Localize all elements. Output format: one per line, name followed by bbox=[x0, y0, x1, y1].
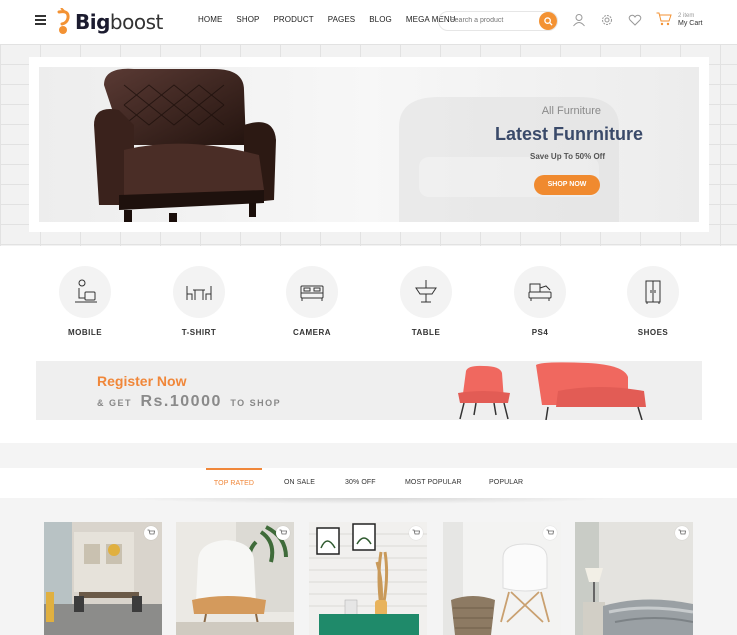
cart-count: 2 item bbox=[678, 13, 695, 19]
search-button[interactable] bbox=[539, 12, 557, 30]
category-label: SHOES bbox=[637, 328, 669, 337]
add-to-cart-button[interactable] bbox=[276, 526, 290, 540]
category-icon-circle bbox=[400, 266, 452, 318]
category-icon-circle bbox=[59, 266, 111, 318]
bedroom-lamp-image bbox=[575, 522, 693, 635]
tab-30-off[interactable]: 30% OFF bbox=[345, 468, 376, 498]
register-suffix: TO SHOP bbox=[230, 398, 282, 408]
site-header: Bigboost HOME SHOP PRODUCT PAGES BLOG ME… bbox=[0, 0, 737, 44]
category-table[interactable]: TABLE bbox=[386, 266, 466, 337]
cart-widget[interactable]: 2 item My Cart bbox=[656, 12, 703, 28]
bed-icon bbox=[300, 285, 324, 301]
register-amount: Rs.10000 bbox=[140, 393, 222, 410]
dining-table-icon bbox=[186, 286, 212, 300]
menu-icon[interactable] bbox=[35, 15, 46, 25]
tab-popular[interactable]: POPULAR bbox=[489, 468, 523, 498]
coral-chair-large-image bbox=[536, 362, 646, 420]
white-shell-chair-image bbox=[176, 522, 294, 635]
tab-on-sale[interactable]: ON SALE bbox=[284, 468, 315, 498]
brand-logo[interactable]: Bigboost bbox=[55, 8, 163, 36]
hero-title: Latest Funrniture bbox=[494, 124, 643, 144]
cart-icon bbox=[147, 529, 155, 535]
tabs-shadow bbox=[120, 498, 620, 504]
add-to-cart-button[interactable] bbox=[409, 526, 423, 540]
product-card[interactable] bbox=[309, 522, 427, 635]
search-box bbox=[438, 11, 558, 31]
heart-icon[interactable] bbox=[628, 13, 642, 27]
pampas-vase-decor-image bbox=[309, 522, 427, 635]
nav-blog[interactable]: BLOG bbox=[369, 15, 392, 24]
register-prefix: & GET bbox=[97, 398, 133, 408]
hero-section: All Furniture Latest Funrniture Save Up … bbox=[0, 44, 737, 246]
add-to-cart-button[interactable] bbox=[543, 526, 557, 540]
cart-label: My Cart bbox=[678, 20, 703, 27]
cart-icon bbox=[412, 529, 420, 535]
register-banner[interactable]: Register Now & GET Rs.10000 TO SHOP bbox=[36, 361, 702, 420]
user-icon[interactable] bbox=[572, 13, 586, 27]
category-list: MOBILE T-SHIRT CAMERA TABLE PS4 SHOES bbox=[0, 266, 737, 346]
hero-banner: All Furniture Latest Funrniture Save Up … bbox=[39, 67, 699, 222]
shop-now-button[interactable]: SHOP NOW bbox=[534, 175, 600, 195]
cart-icon bbox=[678, 529, 686, 535]
category-icon-circle bbox=[514, 266, 566, 318]
search-input[interactable] bbox=[450, 17, 535, 24]
nav-pages[interactable]: PAGES bbox=[328, 15, 355, 24]
category-icon-circle bbox=[627, 266, 679, 318]
logo-mark-icon bbox=[57, 8, 70, 34]
product-tabs: TOP RATED ON SALE 30% OFF MOST POPULAR P… bbox=[0, 468, 737, 498]
category-ps4[interactable]: PS4 bbox=[500, 266, 580, 337]
category-icon-circle bbox=[173, 266, 225, 318]
cart-icon bbox=[279, 529, 287, 535]
category-label: PS4 bbox=[531, 328, 549, 337]
dining-room-image bbox=[44, 522, 162, 635]
cart-icon bbox=[546, 529, 554, 535]
main-nav: HOME SHOP PRODUCT PAGES BLOG MEGA MENU bbox=[198, 15, 470, 24]
add-to-cart-button[interactable] bbox=[144, 526, 158, 540]
product-card[interactable] bbox=[176, 522, 294, 635]
coral-chair-small-image bbox=[458, 365, 510, 420]
category-label: T-SHIRT bbox=[181, 328, 217, 337]
nav-shop[interactable]: SHOP bbox=[236, 15, 259, 24]
hero-kicker: All Furniture bbox=[541, 105, 601, 117]
chandelier-icon bbox=[415, 280, 437, 303]
category-shoes[interactable]: SHOES bbox=[613, 266, 693, 337]
hero-subtitle: Save Up To 50% Off bbox=[530, 152, 605, 161]
gear-icon[interactable] bbox=[600, 13, 614, 27]
person-chair-icon bbox=[75, 279, 97, 303]
category-t-shirt[interactable]: T-SHIRT bbox=[159, 266, 239, 337]
brand-name-regular: boost bbox=[109, 10, 163, 34]
search-icon bbox=[543, 16, 553, 26]
register-offer: & GET Rs.10000 TO SHOP bbox=[97, 393, 281, 411]
cart-icon bbox=[656, 12, 672, 26]
product-card[interactable] bbox=[44, 522, 162, 635]
tab-most-popular[interactable]: MOST POPULAR bbox=[405, 468, 462, 498]
category-label: TABLE bbox=[411, 328, 441, 337]
category-camera[interactable]: CAMERA bbox=[272, 266, 352, 337]
category-mobile[interactable]: MOBILE bbox=[45, 266, 125, 337]
category-icon-circle bbox=[286, 266, 338, 318]
add-to-cart-button[interactable] bbox=[675, 526, 689, 540]
white-eames-chair-image bbox=[443, 522, 561, 635]
product-card[interactable] bbox=[575, 522, 693, 635]
hero-frame: All Furniture Latest Funrniture Save Up … bbox=[29, 57, 709, 232]
category-label: CAMERA bbox=[292, 328, 332, 337]
sofa-icon bbox=[528, 283, 552, 301]
category-label: MOBILE bbox=[67, 328, 103, 337]
nav-product[interactable]: PRODUCT bbox=[273, 15, 313, 24]
brand-name-bold: Big bbox=[75, 10, 110, 34]
nav-home[interactable]: HOME bbox=[198, 15, 222, 24]
product-card[interactable] bbox=[443, 522, 561, 635]
wardrobe-icon bbox=[645, 280, 661, 304]
register-title: Register Now bbox=[97, 373, 187, 389]
tab-top-rated[interactable]: TOP RATED bbox=[206, 468, 262, 498]
